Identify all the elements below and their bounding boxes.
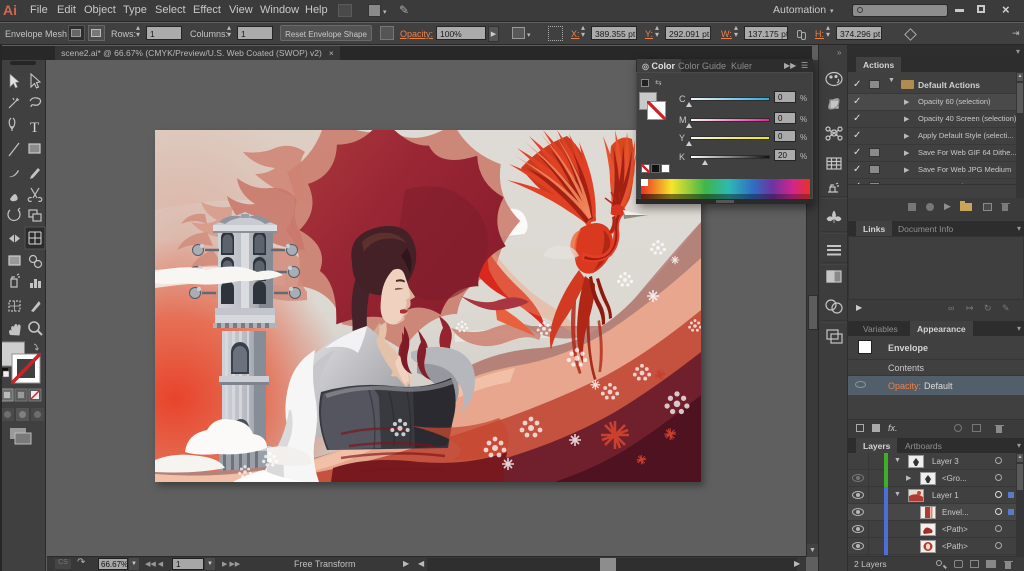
svg-text:»: » [837,48,842,57]
svg-text:T: T [30,120,39,136]
